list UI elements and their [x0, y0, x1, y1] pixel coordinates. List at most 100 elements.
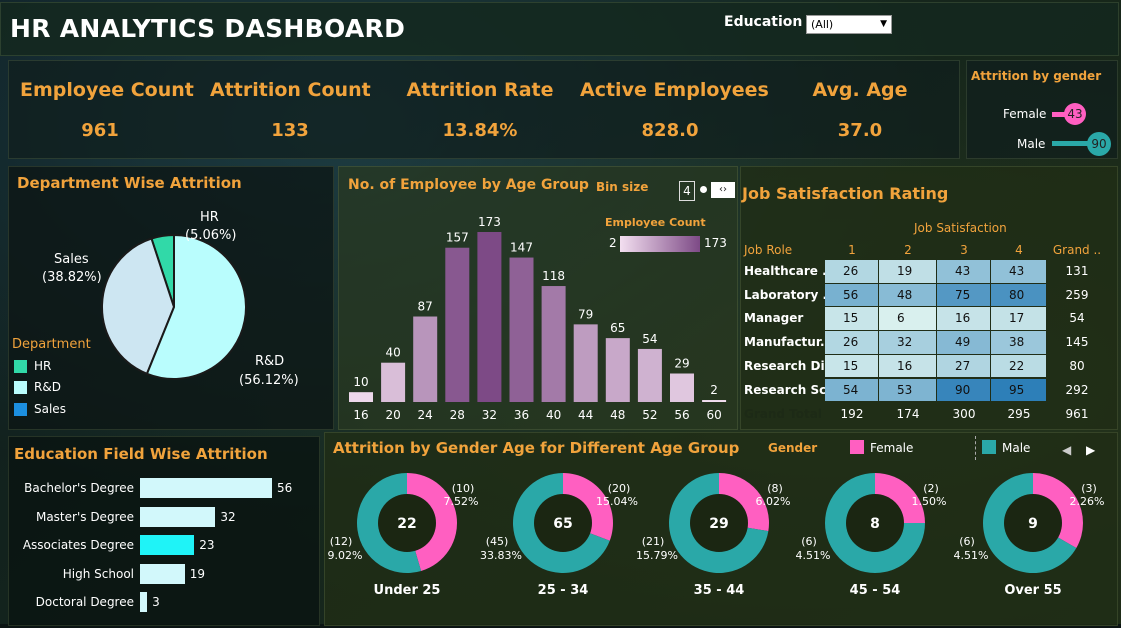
heatmap-cell: 27: [937, 354, 990, 378]
heatmap-cell: 22: [991, 354, 1046, 378]
job-role-header: Job Role: [744, 243, 793, 257]
age-tick-label: 20: [385, 408, 400, 422]
age-bar-value-label: 10: [353, 375, 368, 389]
donut-total-label: 29: [709, 516, 728, 532]
education-bar: [140, 592, 148, 612]
age-tick-label: 16: [353, 408, 368, 422]
donut-total-label: 65: [553, 516, 572, 532]
legend-label-sales: Sales: [34, 402, 66, 416]
heatmap-cell: 16: [879, 354, 936, 378]
pie-label-hr-name: HR: [200, 210, 219, 225]
heatmap-cell: 48: [879, 283, 936, 307]
donut-total-label: 22: [397, 516, 416, 532]
age-bar-value-label: 147: [510, 241, 533, 255]
page-title: HR ANALYTICS DASHBOARD: [10, 14, 406, 43]
age-bar-value-label: 87: [418, 300, 433, 314]
donut-female-pct: 2.26%: [1070, 495, 1105, 508]
heatmap-cell: 26: [825, 260, 878, 283]
age-bar: [477, 232, 502, 402]
job-col-header-2: 2: [904, 243, 912, 257]
kpi-label-attrition-rate: Attrition Rate: [406, 79, 554, 101]
donut-female-count: (2): [923, 482, 939, 495]
grand-total-label: Grand Total: [744, 407, 822, 422]
kpi-value-active-employees: 828.0: [641, 120, 699, 141]
education-filter-dropdown[interactable]: (All) ▼: [806, 15, 892, 34]
heatmap-cell: 15: [825, 307, 878, 331]
kpi-label-active-employees: Active Employees: [580, 79, 769, 101]
heatmap-cell: 26: [825, 331, 878, 354]
donut-group-label: 25 - 34: [538, 583, 589, 598]
age-bar-value-label: 65: [610, 321, 625, 335]
education-bar-label: High School: [62, 566, 134, 581]
grand-total-value: 174: [896, 407, 920, 422]
job-col-header-1: 1: [848, 243, 856, 257]
donut-group-label: Under 25: [374, 583, 441, 598]
age-tick-label: 32: [482, 408, 497, 422]
grand-total-value: 300: [952, 407, 976, 422]
heatmap-cell: 19: [879, 260, 936, 283]
education-filter-value: (All): [811, 18, 834, 31]
age-bar-value-label: 2: [710, 383, 718, 397]
job-satisfaction-column-title: Job Satisfaction: [914, 221, 1007, 235]
donut-male-count: (6): [801, 535, 817, 548]
heatmap-row-total: 292: [1065, 382, 1089, 397]
grand-total-value: 961: [1065, 407, 1089, 422]
job-col-header-3: 3: [960, 243, 968, 257]
gender-male-label: Male: [1017, 137, 1046, 151]
age-bar: [670, 373, 694, 402]
heatmap-cell: 53: [879, 378, 936, 402]
age-tick-label: 40: [546, 408, 561, 422]
chevron-down-icon: ▼: [880, 19, 887, 29]
education-bar-label: Doctoral Degree: [35, 595, 134, 609]
age-bar-value-label: 118: [542, 269, 565, 283]
heatmap-row-total: 259: [1065, 287, 1089, 302]
donut-group-label: 35 - 44: [694, 583, 745, 598]
education-bar-label: Associates Degree: [22, 538, 134, 552]
donut-female-count: (3): [1081, 482, 1097, 495]
job-col-header-4: 4: [1015, 243, 1023, 257]
legend-swatch-rd: [14, 381, 27, 394]
pie-label-sales-name: Sales: [54, 252, 89, 267]
age-bar: [509, 257, 534, 402]
age-group-bar-chart: 10 16 40 20 87 24 157 28 173 32 147 36 118 40 79 44 65 48…: [349, 215, 727, 422]
donut-female-count: (8): [767, 482, 783, 495]
education-bar-label: Master's Degree: [35, 509, 134, 524]
job-role-label: Laboratory ..: [744, 287, 825, 302]
age-bar-value-label: 173: [478, 215, 501, 229]
donut-total-label: 8: [870, 516, 880, 532]
age-bar: [605, 338, 630, 402]
heatmap-cell: 90: [937, 378, 990, 402]
donut-male-count: (12): [330, 535, 353, 548]
job-satisfaction-title: Job Satisfaction Rating: [742, 184, 949, 203]
education-bar: [140, 478, 272, 498]
heatmap-cell: 56: [825, 283, 878, 307]
heatmap-cell: 80: [991, 283, 1046, 307]
education-bar-chart: Bachelor's Degree 56 Master's Degree 32 Asso…: [8, 470, 318, 620]
kpi-label-avg-age: Avg. Age: [812, 79, 908, 101]
age-bar: [381, 362, 406, 402]
kpi-panel: [8, 60, 960, 159]
legend-swatch-hr: [14, 360, 27, 373]
gender-female-value: 43: [1064, 103, 1086, 125]
heatmap-cell: 43: [991, 260, 1046, 283]
heatmap-cell: 32: [879, 331, 936, 354]
kpi-label-attrition-count: Attrition Count: [210, 79, 371, 101]
donut-female-pct: 1.50%: [912, 495, 947, 508]
job-role-label: Research Di..: [744, 358, 825, 373]
heatmap-row-total: 145: [1065, 335, 1089, 350]
education-filter-label: Education: [724, 14, 803, 30]
kpi-value-employee-count: 961: [81, 120, 119, 141]
age-tick-label: 24: [418, 408, 433, 422]
legend-swatch-sales: [14, 403, 27, 416]
department-legend-title: Department: [12, 337, 91, 352]
legend-swatch-male: [982, 440, 996, 454]
age-bar: [349, 392, 373, 402]
heatmap-row-total: 54: [1069, 311, 1085, 326]
job-role-label: Manufactur..: [744, 335, 825, 350]
job-col-header-total: Grand ..: [1052, 243, 1102, 257]
age-tick-label: 44: [578, 408, 593, 422]
heatmap-cell: 75: [937, 283, 990, 307]
kpi-value-avg-age: 37.0: [837, 120, 883, 141]
grand-total-value: 192: [840, 407, 864, 422]
donut-total-label: 9: [1028, 516, 1038, 532]
